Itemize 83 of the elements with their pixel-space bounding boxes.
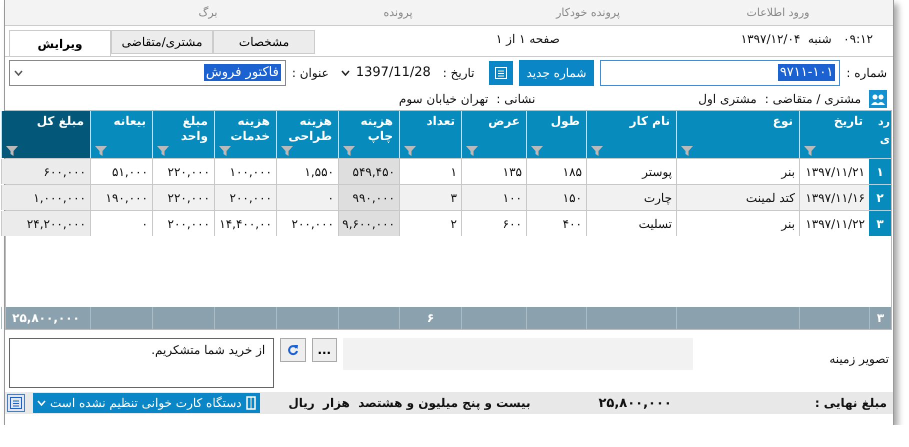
final-amount: ۲۵,۸۰۰,۰۰۰: [598, 396, 672, 410]
column-header[interactable]: مبلغ واحد: [152, 111, 214, 158]
menu-tab[interactable]: برگ: [113, 6, 303, 19]
table-cell: ۱,۰۰۰,۰۰۰: [1, 185, 90, 210]
column-header[interactable]: هزینه چاپ: [338, 111, 399, 158]
column-header[interactable]: تاریخ: [799, 111, 869, 158]
date-picker[interactable]: 1397/11/28: [334, 60, 437, 86]
number-field[interactable]: ۹۷۱۱-۱۰۱: [600, 60, 840, 86]
list-icon: [10, 397, 22, 409]
table-cell: ۱۳۹۷/۱۱/۱۶: [799, 185, 869, 210]
table-cell: ۲۰۰,۰۰۰: [214, 185, 276, 210]
table-cell: ۱۰۰: [461, 185, 526, 210]
card-reader-icon: [246, 396, 256, 410]
settings-button[interactable]: [7, 394, 25, 412]
column-header[interactable]: هزینه خدمات: [214, 111, 276, 158]
table-cell: ۱۹۰,۰۰۰: [90, 185, 152, 210]
total-value: ۲۵,۸۰۰,۰۰۰: [12, 311, 80, 325]
table-cell: کتد لمینت: [676, 185, 799, 210]
page-indicator: صفحه ۱ از ۱: [496, 32, 560, 48]
row-number: ۱: [869, 159, 891, 184]
total-value: ۶: [426, 311, 434, 325]
chevron-down-icon[interactable]: [340, 70, 350, 76]
customer-name: مشتری اول: [698, 92, 757, 106]
filter-icon[interactable]: [343, 146, 355, 156]
card-reader-dropdown[interactable]: دستگاه کارت خوانی تنظیم نشده است: [33, 393, 260, 413]
date-time: ۰۹:۱۲ شنبه ۱۳۹۷/۱۲/۰۴: [740, 32, 873, 48]
address-value: تهران خیابان سوم: [398, 92, 488, 106]
table-cell: ۶۰۰,۰۰۰: [1, 159, 90, 184]
total-value: ۳: [876, 311, 884, 325]
background-image-label: تصویر زمینه: [829, 352, 889, 366]
column-header[interactable]: بیعانه: [90, 111, 152, 158]
table-cell: ۵۴۹,۴۵۰: [338, 159, 399, 184]
column-header[interactable]: تعداد: [399, 111, 461, 158]
filter-icon[interactable]: [281, 146, 293, 156]
table-cell: ۳: [399, 185, 461, 210]
table-cell: ۲۴,۲۰۰,۰۰۰: [1, 211, 90, 236]
title-label: عنوان :: [292, 66, 329, 80]
browse-button[interactable]: ...: [312, 338, 337, 362]
customer-label: مشتری / متقاضی :: [764, 92, 861, 106]
menu-tab[interactable]: پرونده: [303, 6, 493, 19]
filter-icon[interactable]: [157, 146, 169, 156]
column-header[interactable]: مبلغ کل: [1, 111, 90, 158]
note-field[interactable]: از خرید شما متشکریم.: [9, 338, 274, 388]
filter-icon[interactable]: [466, 146, 478, 156]
filter-icon[interactable]: [404, 146, 416, 156]
new-number-button[interactable]: شماره جدید: [518, 60, 594, 86]
date-label: تاریخ :: [442, 66, 474, 80]
column-header[interactable]: عرض: [461, 111, 526, 158]
filter-icon[interactable]: [219, 146, 231, 156]
menu-tab[interactable]: ورود اطلاعات: [683, 6, 873, 19]
refresh-icon: [286, 344, 299, 356]
filter-icon[interactable]: [531, 146, 543, 156]
column-header[interactable]: طول: [526, 111, 586, 158]
filter-icon[interactable]: [681, 146, 693, 156]
table-cell: ۹۹۰,۰۰۰: [338, 185, 399, 210]
title-dropdown[interactable]: فاکتور فروش: [9, 60, 286, 86]
table-cell: ۱۵۰: [526, 185, 586, 210]
column-header[interactable]: نوع: [676, 111, 799, 158]
row-number: ۳: [869, 211, 891, 236]
tab[interactable]: مشتری/متقاضی: [111, 30, 214, 54]
reset-button[interactable]: [280, 338, 306, 362]
column-header[interactable]: هزینه طراحی: [276, 111, 338, 158]
tab[interactable]: مشخصات: [213, 30, 316, 54]
menu-tab[interactable]: پرونده خودکار: [493, 6, 683, 19]
tab[interactable]: ویرایش: [9, 30, 112, 56]
people-icon[interactable]: [869, 90, 887, 108]
table-cell: چارت: [586, 185, 676, 210]
row-number: ۲: [869, 185, 891, 210]
address-label: نشانی :: [496, 92, 536, 106]
filter-icon[interactable]: [6, 146, 18, 156]
table-cell: ۹,۶۰۰,۰۰۰: [338, 211, 399, 236]
filter-icon[interactable]: [804, 146, 816, 156]
filter-icon[interactable]: [95, 146, 107, 156]
list-button[interactable]: [488, 60, 512, 84]
table-cell: ۰: [276, 185, 338, 210]
table-cell: ۲۲۰,۰۰۰: [152, 185, 214, 210]
list-icon: [494, 66, 506, 78]
filter-icon[interactable]: [591, 146, 603, 156]
number-label: شماره :: [846, 66, 887, 80]
final-amount-label: مبلغ نهایی :: [814, 396, 887, 410]
column-header[interactable]: نام کار: [586, 111, 676, 158]
amount-in-words: بیست و پنج میلیون و هشتصد هزار ریال: [288, 396, 530, 410]
chevron-down-icon[interactable]: [14, 70, 23, 76]
